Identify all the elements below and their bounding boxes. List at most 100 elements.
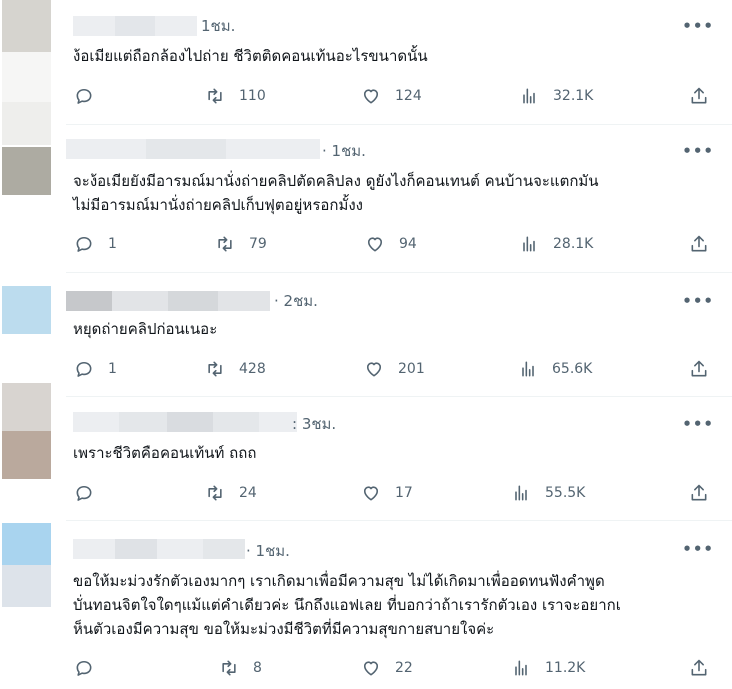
more-dots-icon[interactable]: ••• [682,414,714,434]
views-button[interactable]: 55.5K [511,482,585,504]
tweet-text: ง้อเมียแต่ถือกล้องไปถ่าย ชีวิตติดคอนเท้น… [73,44,708,68]
reply-icon [76,88,92,104]
reply-button[interactable] [74,657,108,679]
user-name-blurred[interactable] [73,539,245,559]
heart-icon [367,237,383,252]
tweet-text-line: บั่นทอนจิตใจใดๆแม้แต่คำเดียวค่ะ นึกถึงแอ… [73,596,621,614]
like-button[interactable]: 17 [361,482,413,504]
reply-icon [76,361,92,377]
like-count: 124 [395,88,422,104]
share-icon [691,235,707,252]
reply-button[interactable]: 1 [74,358,117,380]
like-count: 17 [395,485,413,501]
like-button[interactable]: 201 [364,358,425,380]
retweet-button[interactable]: 79 [215,233,267,255]
retweet-count: 8 [253,660,262,676]
tweet-2[interactable]: · 1ชม. ••• จะง้อเมียยังมีอารมณ์มานั่งถ่า… [0,125,732,272]
views-chart-icon [515,485,527,501]
share-icon [691,659,707,676]
more-dots-icon[interactable]: ••• [682,291,714,311]
like-count: 22 [395,660,413,676]
views-count: 55.5K [545,485,586,501]
user-name-blurred[interactable] [66,291,270,311]
share-button[interactable] [689,85,709,107]
views-button[interactable]: 32.1K [519,85,593,107]
heart-icon [363,661,379,676]
tweet-1[interactable]: 1ชม. ••• ง้อเมียแต่ถือกล้องไปถ่าย ชีวิตต… [0,0,732,145]
like-count: 201 [398,361,425,377]
avatar[interactable] [2,0,51,145]
views-button[interactable]: 28.1K [519,233,593,255]
reply-icon [76,485,92,501]
retweet-icon [218,236,232,252]
tweet-4[interactable]: : 3ชม. ••• เพราะชีวิตคือคอนเท้นท์ ถถถ 24… [0,383,732,520]
heart-icon [363,486,379,501]
tweet-text-line: ห็นตัวเองมีความสุข ขอให้มะม่วงมีชีวิตที่… [73,620,495,638]
views-count: 11.2K [545,660,586,676]
tweet-3[interactable]: · 2ชม. ••• หยุดถ่ายคลิปก่อนเนอะ 1 428 20… [0,273,732,396]
avatar[interactable] [2,147,51,195]
share-button[interactable] [689,482,709,504]
tweet-time[interactable]: · 1ชม. [246,541,290,561]
user-name-blurred[interactable] [66,139,320,159]
tweet-time[interactable]: : 3ชม. [292,414,336,434]
reply-button[interactable]: 1 [74,233,117,255]
tweet-5[interactable]: · 1ชม. ••• ขอให้มะม่วงรักตัวเองมากๆ เราเ… [0,521,732,689]
more-dots-icon[interactable]: ••• [682,16,714,36]
views-count: 28.1K [553,236,594,252]
tweet-time[interactable]: · 1ชม. [322,141,366,161]
share-button[interactable] [689,358,709,380]
retweet-count: 79 [249,236,267,252]
retweet-button[interactable]: 8 [219,657,262,679]
views-button[interactable]: 65.6K [518,358,592,380]
reply-button[interactable] [74,482,108,504]
retweet-count: 24 [239,485,257,501]
more-dots-icon[interactable]: ••• [682,539,714,559]
views-chart-icon [515,660,527,676]
views-chart-icon [523,88,535,104]
share-icon [691,484,707,501]
retweet-button[interactable]: 24 [205,482,257,504]
share-button[interactable] [689,233,709,255]
tweet-text: เพราะชีวิตคือคอนเท้นท์ ถถถ [73,441,708,465]
retweet-icon [208,88,222,104]
like-button[interactable]: 124 [361,85,422,107]
avatar[interactable] [2,286,51,334]
retweet-icon [208,361,222,377]
retweet-count: 428 [239,361,266,377]
views-chart-icon [522,361,534,377]
retweet-icon [222,660,236,676]
reply-icon [76,660,92,676]
tweet-text-line: ไม่มีอารมณ์มานั่งถ่ายคลิปเก็บฟุตอยู่หรอก… [73,196,364,214]
like-button[interactable]: 94 [365,233,417,255]
heart-icon [363,89,379,104]
like-count: 94 [399,236,417,252]
reply-count: 1 [108,361,117,377]
tweet-time[interactable]: 1ชม. [201,16,235,36]
user-name-blurred[interactable] [73,412,297,432]
more-dots-icon[interactable]: ••• [682,141,714,161]
share-button[interactable] [689,657,709,679]
avatar[interactable] [2,383,51,479]
tweet-time[interactable]: · 2ชม. [274,291,318,311]
tweet-text-line: จะง้อเมียยังมีอารมณ์มานั่งถ่ายคลิปตัดคลิ… [73,172,599,190]
views-button[interactable]: 11.2K [511,657,585,679]
like-button[interactable]: 22 [361,657,413,679]
share-icon [691,87,707,104]
retweet-button[interactable]: 428 [205,358,266,380]
views-count: 65.6K [552,361,593,377]
views-chart-icon [523,236,535,252]
retweet-button[interactable]: 110 [205,85,266,107]
avatar[interactable] [2,523,51,607]
tweet-text-line: ขอให้มะม่วงรักตัวเองมากๆ เราเกิดมาเพื่อม… [73,572,605,590]
user-name-blurred[interactable] [73,16,197,36]
reply-count: 1 [108,236,117,252]
tweet-text-line: เพราะชีวิตคือคอนเท้นท์ ถถถ [73,444,257,462]
tweet-text: ขอให้มะม่วงรักตัวเองมากๆ เราเกิดมาเพื่อม… [73,569,708,641]
tweet-text-line: ง้อเมียแต่ถือกล้องไปถ่าย ชีวิตติดคอนเท้น… [73,47,428,65]
share-icon [691,360,707,377]
reply-icon [76,236,92,252]
tweet-text: จะง้อเมียยังมีอารมณ์มานั่งถ่ายคลิปตัดคลิ… [73,169,708,217]
retweet-count: 110 [239,88,266,104]
reply-button[interactable] [74,85,108,107]
